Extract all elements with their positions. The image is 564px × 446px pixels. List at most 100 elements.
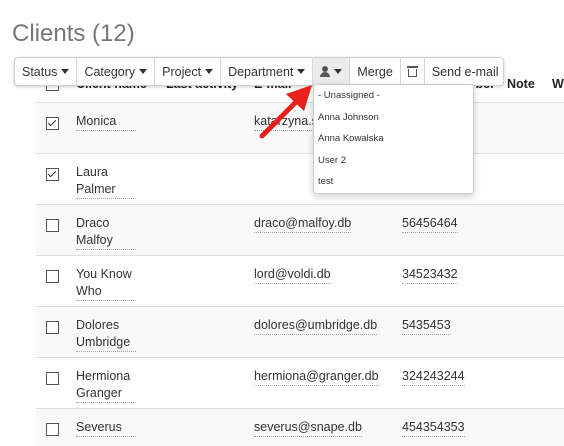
client-name-link[interactable]: Hermiona Granger xyxy=(76,368,136,403)
assign-user-option[interactable]: Anna Johnson xyxy=(314,107,473,129)
row-checkbox[interactable] xyxy=(46,219,59,232)
last-activity-cell xyxy=(160,255,248,307)
table-row[interactable]: Severus severus@snape.db 454354353 xyxy=(36,408,564,446)
department-dropdown-button[interactable]: Department xyxy=(221,58,314,85)
client-name-cell: Hermiona Granger xyxy=(70,357,160,409)
email-link[interactable]: katarzyna.s xyxy=(254,113,318,131)
email-link[interactable]: severus@snape.db xyxy=(254,419,362,437)
email-cell: dolores@umbridge.db xyxy=(248,306,396,358)
last-activity-cell xyxy=(160,153,248,205)
delete-button[interactable] xyxy=(401,58,425,85)
note-cell xyxy=(501,255,546,307)
client-name-cell: Draco Malfoy xyxy=(70,204,160,256)
phone-cell: 5435453 xyxy=(396,306,501,358)
extra-cell xyxy=(546,102,564,154)
last-activity-cell xyxy=(160,102,248,154)
row-select-cell xyxy=(36,408,70,446)
table-row[interactable]: Laura Palmer xyxy=(36,153,564,205)
phone-link[interactable]: 454354353 xyxy=(402,419,465,437)
table-row[interactable]: Dolores Umbridge dolores@umbridge.db 54354… xyxy=(36,306,564,358)
row-checkbox[interactable] xyxy=(46,372,59,385)
merge-button[interactable]: Merge xyxy=(350,58,401,85)
row-select-cell xyxy=(36,306,70,358)
last-activity-cell xyxy=(160,357,248,409)
row-checkbox[interactable] xyxy=(46,117,59,130)
note-cell xyxy=(501,204,546,256)
caret-down-icon xyxy=(334,69,343,74)
row-select-cell xyxy=(36,102,70,154)
table-row[interactable]: Draco Malfoy draco@malfoy.db 56456464 xyxy=(36,204,564,256)
client-name-link[interactable]: You Know Who xyxy=(76,266,136,301)
project-button-label: Project xyxy=(162,64,202,79)
note-cell xyxy=(501,357,546,409)
client-name-cell: Dolores Umbridge xyxy=(70,306,160,358)
row-select-cell xyxy=(36,153,70,205)
note-cell xyxy=(501,153,546,205)
phone-cell: 34523432 xyxy=(396,255,501,307)
table-row[interactable]: You Know Who lord@voldi.db 34523432 xyxy=(36,255,564,307)
client-name-cell: Severus xyxy=(70,408,160,446)
assign-user-dropdown-button[interactable] xyxy=(313,58,351,85)
page-title: Clients (12) xyxy=(12,20,135,47)
clients-table-wrapper: Client name Last activity E-mail ber Not… xyxy=(36,66,564,446)
category-dropdown-button[interactable]: Category xyxy=(77,58,156,85)
extra-cell xyxy=(546,357,564,409)
email-cell: lord@voldi.db xyxy=(248,255,396,307)
client-name-link[interactable]: Severus xyxy=(76,419,136,437)
email-cell: draco@malfoy.db xyxy=(248,204,396,256)
column-header-note[interactable]: Note xyxy=(501,66,546,103)
client-name-cell: Laura Palmer xyxy=(70,153,160,205)
client-name-cell: Monica xyxy=(70,102,160,154)
user-icon xyxy=(320,66,331,77)
note-cell xyxy=(501,102,546,154)
category-button-label: Category xyxy=(84,64,136,79)
bulk-actions-toolbar: Status Category Project Department Merge… xyxy=(14,57,504,86)
email-link[interactable]: dolores@umbridge.db xyxy=(254,317,378,335)
assign-user-option[interactable]: test xyxy=(314,171,473,193)
caret-down-icon xyxy=(297,69,306,74)
row-checkbox[interactable] xyxy=(46,270,59,283)
client-name-link[interactable]: Laura Palmer xyxy=(76,164,136,199)
assign-user-option[interactable]: - Unassigned - xyxy=(314,85,473,107)
send-email-button[interactable]: Send e-mail xyxy=(425,58,506,85)
client-name-link[interactable]: Dolores Umbridge xyxy=(76,317,136,352)
client-name-link[interactable]: Monica xyxy=(76,113,136,131)
assign-user-dropdown-menu: - Unassigned - Anna Johnson Anna Kowalska U… xyxy=(313,84,474,194)
row-select-cell xyxy=(36,255,70,307)
extra-cell xyxy=(546,306,564,358)
client-name-cell: You Know Who xyxy=(70,255,160,307)
project-dropdown-button[interactable]: Project xyxy=(155,58,222,85)
phone-link[interactable]: 34523432 xyxy=(402,266,458,284)
last-activity-cell xyxy=(160,408,248,446)
email-cell: severus@snape.db xyxy=(248,408,396,446)
phone-link[interactable]: 56456464 xyxy=(402,215,458,233)
row-checkbox[interactable] xyxy=(46,423,59,436)
extra-cell xyxy=(546,153,564,205)
table-row[interactable]: Monica katarzyna.s xyxy=(36,102,564,154)
email-link[interactable]: hermiona@granger.db xyxy=(254,368,379,386)
row-checkbox[interactable] xyxy=(46,321,59,334)
caret-down-icon xyxy=(139,69,148,74)
row-checkbox[interactable] xyxy=(46,168,59,181)
assign-user-option[interactable]: Anna Kowalska xyxy=(314,128,473,150)
trash-icon xyxy=(406,66,418,77)
client-name-link[interactable]: Draco Malfoy xyxy=(76,215,136,250)
note-cell xyxy=(501,306,546,358)
note-cell xyxy=(501,408,546,446)
email-link[interactable]: lord@voldi.db xyxy=(254,266,331,284)
table-row[interactable]: Hermiona Granger hermiona@granger.db 32424… xyxy=(36,357,564,409)
caret-down-icon xyxy=(205,69,214,74)
extra-cell xyxy=(546,255,564,307)
phone-link[interactable]: 324243244 xyxy=(402,368,465,386)
status-button-label: Status xyxy=(22,64,58,79)
last-activity-cell xyxy=(160,204,248,256)
email-link[interactable]: draco@malfoy.db xyxy=(254,215,352,233)
assign-user-option[interactable]: User 2 xyxy=(314,150,473,172)
phone-link[interactable]: 5435453 xyxy=(402,317,451,335)
status-dropdown-button[interactable]: Status xyxy=(15,58,78,85)
row-select-cell xyxy=(36,357,70,409)
column-header-extra[interactable]: We xyxy=(546,66,564,103)
email-cell: hermiona@granger.db xyxy=(248,357,396,409)
phone-cell: 454354353 xyxy=(396,408,501,446)
phone-cell: 324243244 xyxy=(396,357,501,409)
